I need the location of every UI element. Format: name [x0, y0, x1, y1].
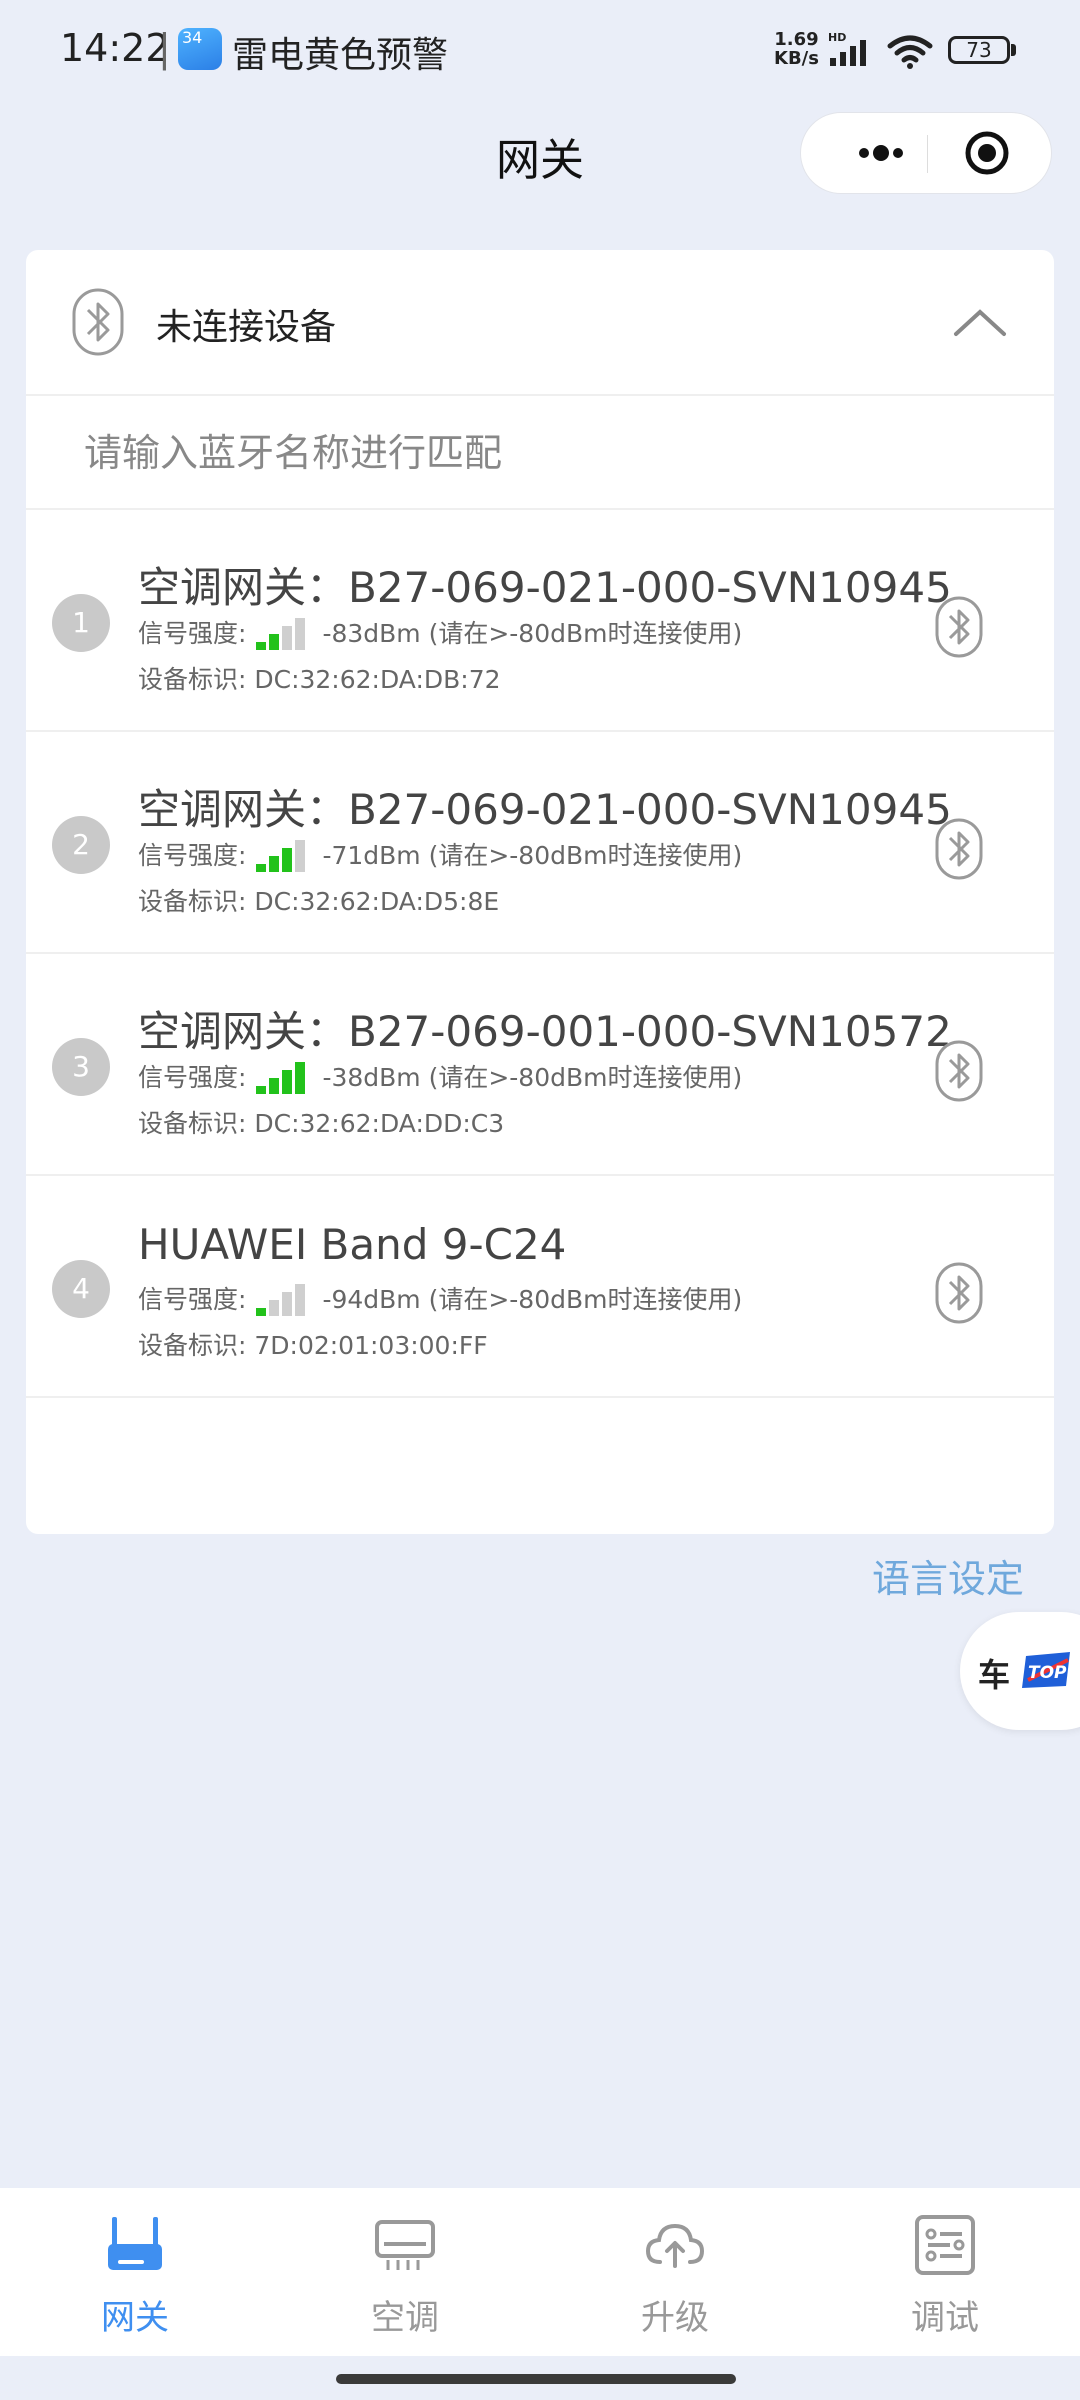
top-badge-logo: TOP — [1022, 1652, 1070, 1688]
signal-value: -94dBm (请在>-80dBm时连接使用) — [322, 1285, 743, 1314]
signal-bar — [282, 1070, 293, 1094]
bluetooth-icon[interactable] — [934, 1040, 984, 1102]
tab-air-conditioner[interactable]: 空调 — [270, 2188, 540, 2356]
home-indicator — [336, 2374, 736, 2384]
floating-logo-button[interactable]: 车 TOP — [960, 1612, 1080, 1730]
hd-label: HD — [828, 31, 846, 44]
bottom-tab-bar: 网关 空调 升级 调试 — [0, 2188, 1080, 2356]
network-speed-value: 1.69 — [774, 29, 819, 50]
settings-list-icon — [915, 2215, 975, 2275]
row-index-badge: 2 — [52, 816, 110, 874]
signal-value: -38dBm (请在>-80dBm时连接使用) — [322, 1063, 743, 1092]
air-conditioner-icon — [375, 2220, 435, 2270]
tab-gateway[interactable]: 网关 — [0, 2188, 270, 2356]
card-header[interactable]: 未连接设备 — [26, 250, 1054, 396]
tab-upgrade[interactable]: 升级 — [540, 2188, 810, 2356]
status-bar: 14:22 | 34 雷电黄色预警 1.69 KB/s HD 73 — [0, 0, 1080, 100]
bluetooth-icon — [72, 288, 124, 356]
chevron-up-icon[interactable] — [950, 304, 1010, 340]
signal-strength-line: 信号强度: -94dBm (请在>-80dBm时连接使用) — [138, 1280, 742, 1316]
tab-label: 升级 — [641, 2298, 709, 2338]
signal-strength-line: 信号强度: -38dBm (请在>-80dBm时连接使用) — [138, 1058, 742, 1094]
signal-label: 信号强度: — [138, 1285, 247, 1314]
signal-bar — [295, 840, 306, 872]
signal-strength-line: 信号强度: -71dBm (请在>-80dBm时连接使用) — [138, 836, 742, 872]
signal-bar — [256, 1308, 267, 1316]
row-index-badge: 3 — [52, 1038, 110, 1096]
signal-bar — [282, 848, 293, 872]
cellular-signal-icon: HD — [828, 31, 866, 66]
device-name: HUAWEI Band 9-C24 — [138, 1220, 567, 1269]
signal-label: 信号强度: — [138, 619, 247, 648]
signal-bars-icon — [256, 1060, 320, 1094]
device-row[interactable]: 1 空调网关：B27-069-021-000-SVN10945 信号强度: -83dB… — [26, 510, 1054, 732]
bluetooth-icon[interactable] — [934, 596, 984, 658]
signal-bar — [295, 618, 306, 650]
device-name: 空调网关：B27-069-021-000-SVN10945 — [138, 785, 952, 834]
device-name: 空调网关：B27-069-021-000-SVN10945 — [138, 563, 952, 612]
bluetooth-icon[interactable] — [934, 1262, 984, 1324]
signal-bar — [256, 642, 267, 650]
signal-bar — [295, 1284, 306, 1316]
router-icon — [108, 2217, 162, 2270]
signal-strength-line: 信号强度: -83dBm (请在>-80dBm时连接使用) — [138, 614, 742, 650]
device-row[interactable]: 4 HUAWEI Band 9-C24 信号强度: -94dBm (请在>-80dBm… — [26, 1176, 1054, 1398]
network-speed: 1.69 KB/s — [774, 30, 819, 68]
signal-bar — [269, 1300, 280, 1316]
status-time: 14:22 — [60, 26, 170, 70]
battery-indicator: 73 — [948, 36, 1010, 64]
tab-label: 空调 — [371, 2298, 439, 2338]
logo-badge-text: TOP — [1028, 1663, 1067, 1683]
signal-bars-icon — [256, 1282, 320, 1316]
signal-label: 信号强度: — [138, 1063, 247, 1092]
signal-bar — [282, 626, 293, 650]
more-dots-icon[interactable] — [831, 113, 931, 193]
bluetooth-icon[interactable] — [934, 818, 984, 880]
mini-program-capsule — [800, 112, 1052, 194]
weather-icon: 34 — [178, 28, 222, 70]
signal-bar — [269, 856, 280, 872]
device-row[interactable]: 3 空调网关：B27-069-001-000-SVN10572 信号强度: -38dB… — [26, 954, 1054, 1176]
signal-bars-icon — [256, 838, 320, 872]
tab-label: 网关 — [101, 2298, 169, 2338]
search-row — [26, 396, 1054, 510]
device-identifier: 设备标识: DC:32:62:DA:DB:72 — [138, 665, 501, 694]
device-identifier: 设备标识: DC:32:62:DA:DD:C3 — [138, 1109, 505, 1138]
signal-value: -71dBm (请在>-80dBm时连接使用) — [322, 841, 743, 870]
battery-tip — [1011, 44, 1016, 56]
signal-value: -83dBm (请在>-80dBm时连接使用) — [322, 619, 743, 648]
signal-bar — [295, 1062, 306, 1094]
weather-badge-number: 34 — [182, 28, 203, 47]
signal-bar — [256, 864, 267, 872]
signal-label: 信号强度: — [138, 841, 247, 870]
device-list-card: 未连接设备 1空调网关：B27-069-021-000-SVN10945信号强度… — [26, 250, 1054, 1534]
signal-bar — [282, 1292, 293, 1316]
signal-bar — [269, 634, 280, 650]
tab-debug[interactable]: 调试 — [810, 2188, 1080, 2356]
tab-label: 调试 — [911, 2298, 979, 2338]
target-close-icon[interactable] — [963, 129, 1011, 177]
cloud-upload-icon — [645, 2223, 705, 2268]
network-speed-unit: KB/s — [774, 48, 819, 69]
language-settings-link[interactable]: 语言设定 — [872, 1548, 1024, 1603]
signal-bar — [269, 1078, 280, 1094]
row-index-badge: 4 — [52, 1260, 110, 1318]
device-identifier: 设备标识: 7D:02:01:03:00:FF — [138, 1331, 488, 1360]
row-index-badge: 1 — [52, 594, 110, 652]
device-row[interactable]: 2 空调网关：B27-069-021-000-SVN10945 信号强度: -71dB… — [26, 732, 1054, 954]
header-title: 未连接设备 — [156, 307, 337, 348]
signal-bar — [256, 1086, 267, 1094]
capsule-divider — [927, 135, 928, 173]
signal-bars-icon — [256, 616, 320, 650]
device-name: 空调网关：B27-069-001-000-SVN10572 — [138, 1007, 952, 1056]
wifi-icon — [887, 35, 933, 69]
bluetooth-name-search-input[interactable] — [82, 418, 986, 488]
logo-char: 车 — [978, 1656, 1011, 1694]
weather-alert-text: 雷电黄色预警 — [232, 35, 449, 76]
device-identifier: 设备标识: DC:32:62:DA:D5:8E — [138, 887, 500, 916]
status-separator: | — [158, 26, 171, 70]
